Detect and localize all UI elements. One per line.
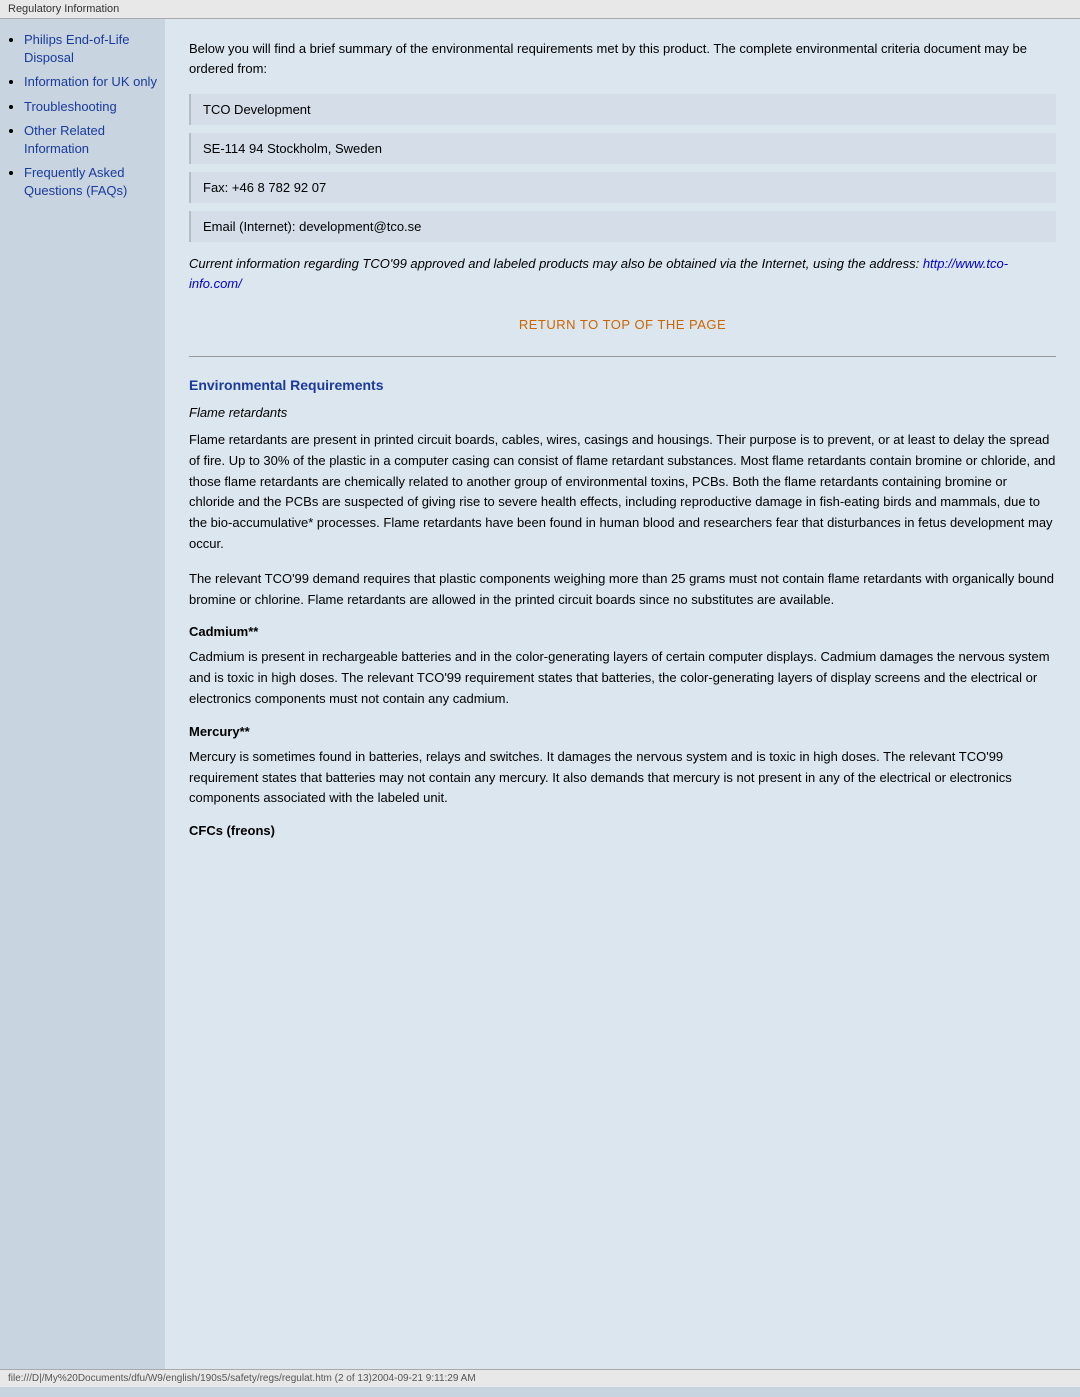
tco-fax: Fax: +46 8 782 92 07 (203, 180, 326, 195)
flame-para-1: Flame retardants are present in printed … (189, 430, 1056, 555)
tco-address: SE-114 94 Stockholm, Sweden (203, 141, 382, 156)
bottom-bar: file:///D|/My%20Documents/dfu/W9/english… (0, 1369, 1080, 1387)
sidebar-link-uk[interactable]: Information for UK only (24, 74, 157, 89)
top-bar: Regulatory Information (0, 0, 1080, 19)
bottom-bar-text: file:///D|/My%20Documents/dfu/W9/english… (8, 1373, 476, 1384)
tco-email: Email (Internet): development@tco.se (203, 219, 421, 234)
tco-name-block: TCO Development (189, 94, 1056, 125)
section-divider (189, 356, 1056, 357)
sidebar-nav: Philips End-of-Life Disposal Information… (8, 31, 157, 201)
sidebar-item-faq[interactable]: Frequently Asked Questions (FAQs) (24, 164, 157, 200)
sidebar-item-troubleshooting[interactable]: Troubleshooting (24, 98, 157, 116)
tco-fax-block: Fax: +46 8 782 92 07 (189, 172, 1056, 203)
cfcs-title: CFCs (freons) (189, 823, 1056, 838)
tco-email-block: Email (Internet): development@tco.se (189, 211, 1056, 242)
return-to-top[interactable]: RETURN TO TOP OF THE PAGE (189, 317, 1056, 332)
env-section-title: Environmental Requirements (189, 377, 1056, 393)
flame-para-2: The relevant TCO'99 demand requires that… (189, 569, 1056, 611)
sidebar-item-other[interactable]: Other Related Information (24, 122, 157, 158)
mercury-title: Mercury** (189, 724, 1056, 739)
top-bar-title: Regulatory Information (8, 3, 119, 15)
cadmium-title: Cadmium** (189, 624, 1056, 639)
sidebar-link-other[interactable]: Other Related Information (24, 123, 105, 156)
main-content: Below you will find a brief summary of t… (165, 19, 1080, 1369)
sidebar-link-faq[interactable]: Frequently Asked Questions (FAQs) (24, 165, 127, 198)
italic-note: Current information regarding TCO'99 app… (189, 254, 1056, 293)
cadmium-para: Cadmium is present in rechargeable batte… (189, 647, 1056, 709)
sidebar-link-philips[interactable]: Philips End-of-Life Disposal (24, 32, 130, 65)
flame-subtitle: Flame retardants (189, 405, 1056, 420)
sidebar-link-troubleshooting[interactable]: Troubleshooting (24, 99, 117, 114)
sidebar-item-uk[interactable]: Information for UK only (24, 73, 157, 91)
main-layout: Philips End-of-Life Disposal Information… (0, 19, 1080, 1369)
mercury-para: Mercury is sometimes found in batteries,… (189, 747, 1056, 809)
sidebar-item-philips[interactable]: Philips End-of-Life Disposal (24, 31, 157, 67)
italic-note-text: Current information regarding TCO'99 app… (189, 256, 923, 271)
return-to-top-link[interactable]: RETURN TO TOP OF THE PAGE (519, 317, 726, 332)
tco-name: TCO Development (203, 102, 311, 117)
intro-paragraph: Below you will find a brief summary of t… (189, 39, 1056, 78)
sidebar: Philips End-of-Life Disposal Information… (0, 19, 165, 1369)
tco-address-block: SE-114 94 Stockholm, Sweden (189, 133, 1056, 164)
